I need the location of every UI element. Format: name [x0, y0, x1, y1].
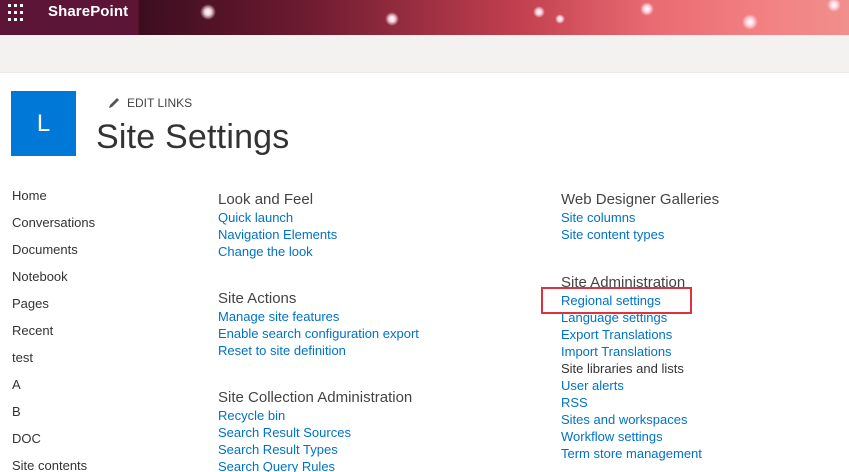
nav-item-home[interactable]: Home — [12, 188, 95, 215]
site-logo[interactable]: L — [11, 91, 76, 156]
header-sparkle-decoration — [533, 6, 545, 18]
link-enable-search-config-export[interactable]: Enable search configuration export — [218, 325, 419, 342]
sharepoint-brand[interactable]: SharePoint — [48, 3, 128, 20]
link-reset-to-site-definition[interactable]: Reset to site definition — [218, 342, 419, 359]
app-launcher-icon[interactable] — [8, 4, 26, 22]
header-sparkle-decoration — [827, 0, 841, 12]
link-manage-site-features[interactable]: Manage site features — [218, 308, 419, 325]
section-title-site-collection-administration: Site Collection Administration — [218, 389, 413, 406]
link-rss[interactable]: RSS — [561, 394, 719, 411]
link-search-result-sources[interactable]: Search Result Sources — [218, 424, 419, 441]
nav-item-conversations[interactable]: Conversations — [12, 215, 95, 242]
edit-links-button[interactable]: EDIT LINKS — [107, 96, 192, 110]
header-sparkle-decoration — [742, 14, 758, 30]
header-sparkle-decoration — [555, 14, 565, 24]
link-term-store-management[interactable]: Term store management — [561, 445, 719, 462]
link-search-result-types[interactable]: Search Result Types — [218, 441, 419, 458]
nav-item-site-contents[interactable]: Site contents — [12, 458, 95, 472]
link-search-query-rules[interactable]: Search Query Rules — [218, 458, 419, 472]
section-title-look-and-feel: Look and Feel — [218, 191, 314, 208]
page-title: Site Settings — [96, 118, 290, 156]
nav-item-notebook[interactable]: Notebook — [12, 269, 95, 296]
link-user-alerts[interactable]: User alerts — [561, 377, 719, 394]
edit-links-label: EDIT LINKS — [127, 96, 193, 110]
suite-bar: SharePoint — [0, 0, 849, 35]
link-navigation-elements[interactable]: Navigation Elements — [218, 226, 419, 243]
header-sparkle-decoration — [385, 12, 399, 26]
section-title-web-designer-galleries: Web Designer Galleries — [561, 191, 720, 208]
link-recycle-bin[interactable]: Recycle bin — [218, 407, 419, 424]
nav-item-pages[interactable]: Pages — [12, 296, 95, 323]
quick-launch-nav: Home Conversations Documents Notebook Pa… — [12, 188, 95, 472]
pencil-icon — [109, 98, 119, 108]
nav-item-a[interactable]: A — [12, 377, 95, 404]
section-title-site-actions: Site Actions — [218, 290, 297, 307]
link-export-translations[interactable]: Export Translations — [561, 326, 719, 343]
nav-item-recent[interactable]: Recent — [12, 323, 95, 350]
nav-item-b[interactable]: B — [12, 404, 95, 431]
settings-column-right: Web Designer Galleries Site columns Site… — [561, 190, 719, 462]
header-sparkle-decoration — [200, 4, 216, 20]
link-workflow-settings[interactable]: Workflow settings — [561, 428, 719, 445]
header-sparkle-decoration — [640, 2, 654, 16]
link-sites-and-workspaces[interactable]: Sites and workspaces — [561, 411, 719, 428]
nav-item-documents[interactable]: Documents — [12, 242, 95, 269]
highlight-box-regional-settings — [541, 287, 692, 314]
link-site-libraries-and-lists[interactable]: Site libraries and lists — [561, 360, 719, 377]
ribbon-bar — [0, 35, 849, 73]
nav-item-doc[interactable]: DOC — [12, 431, 95, 458]
link-site-columns[interactable]: Site columns — [561, 209, 719, 226]
settings-column-left: Look and Feel Quick launch Navigation El… — [218, 190, 419, 472]
link-import-translations[interactable]: Import Translations — [561, 343, 719, 360]
link-site-content-types[interactable]: Site content types — [561, 226, 719, 243]
link-quick-launch[interactable]: Quick launch — [218, 209, 419, 226]
nav-item-test[interactable]: test — [12, 350, 95, 377]
link-change-the-look[interactable]: Change the look — [218, 243, 419, 260]
